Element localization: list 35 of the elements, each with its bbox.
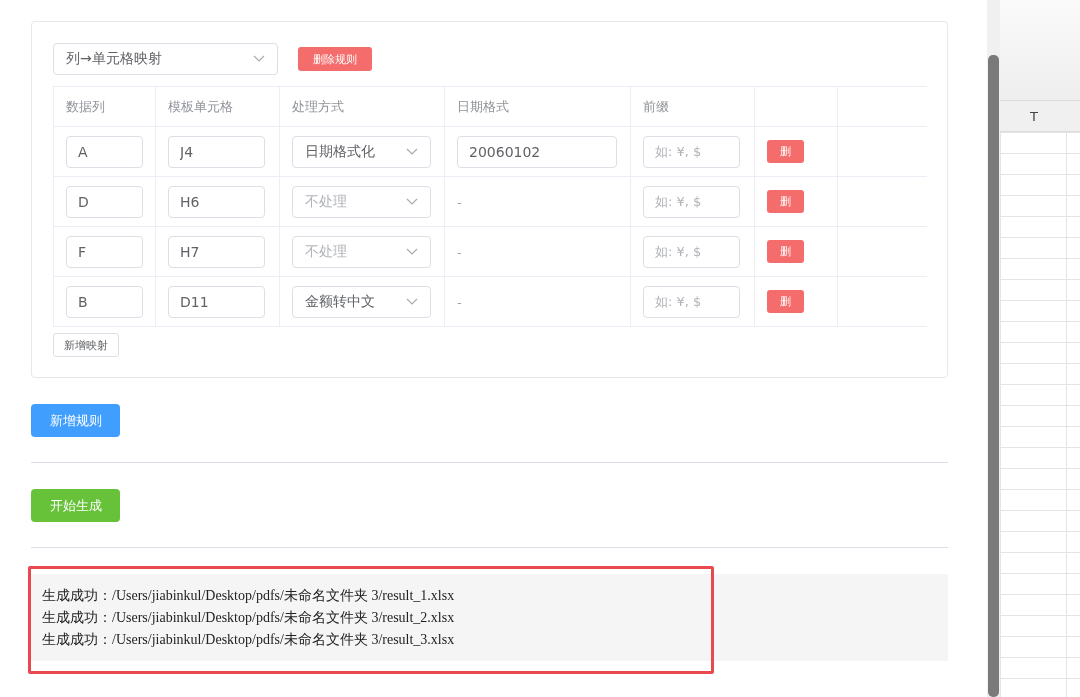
column-header: 日期格式 bbox=[444, 86, 631, 127]
prefix-field[interactable]: 如: ¥, $ bbox=[643, 185, 740, 218]
rule-type-select[interactable]: 列→单元格映射 bbox=[53, 43, 278, 75]
empty-value: - bbox=[457, 245, 462, 260]
column-header: 数据列 bbox=[53, 86, 156, 127]
data-column-field[interactable]: D bbox=[66, 185, 143, 218]
column-header: T bbox=[1030, 108, 1038, 124]
empty-value: - bbox=[457, 295, 462, 310]
data-column-field[interactable]: B bbox=[66, 285, 143, 318]
column-header: 前缀 bbox=[630, 86, 755, 127]
method-select[interactable]: 日期格式化 bbox=[292, 135, 431, 168]
data-column-field[interactable]: A bbox=[66, 135, 143, 168]
template-cell-field[interactable]: D11 bbox=[168, 285, 265, 318]
column-header: 模板单元格 bbox=[155, 86, 280, 127]
data-column-field[interactable]: F bbox=[66, 235, 143, 268]
column-header: 处理方式 bbox=[279, 86, 445, 127]
log-line: 生成成功：/Users/jiabinkul/Desktop/pdfs/未命名文件夹 3/result_1.xlsx bbox=[42, 586, 456, 605]
method-select[interactable]: 金额转中文 bbox=[292, 285, 431, 318]
prefix-field[interactable]: 如: ¥, $ bbox=[643, 285, 740, 318]
chevron-icon bbox=[406, 297, 418, 306]
log-line: 生成成功：/Users/jiabinkul/Desktop/pdfs/未命名文件夹 3/result_2.xlsx bbox=[42, 608, 456, 627]
date-format-field[interactable]: 20060102 bbox=[457, 135, 617, 168]
chevron-icon bbox=[406, 147, 418, 156]
chevron-icon bbox=[406, 197, 418, 206]
add-mapping-button[interactable]: 新增映射 bbox=[53, 333, 119, 357]
template-cell-field[interactable]: H7 bbox=[168, 235, 265, 268]
log-line: 生成成功：/Users/jiabinkul/Desktop/pdfs/未命名文件夹 3/result_3.xlsx bbox=[42, 630, 456, 649]
chevron-icon bbox=[253, 55, 265, 63]
chevron-icon bbox=[406, 247, 418, 256]
template-cell-field[interactable]: H6 bbox=[168, 185, 265, 218]
template-cell-field[interactable]: J4 bbox=[168, 135, 265, 168]
prefix-field[interactable]: 如: ¥, $ bbox=[643, 135, 740, 168]
prefix-field[interactable]: 如: ¥, $ bbox=[643, 235, 740, 268]
scrollbar-thumb[interactable] bbox=[988, 55, 999, 697]
empty-value: - bbox=[457, 195, 462, 210]
